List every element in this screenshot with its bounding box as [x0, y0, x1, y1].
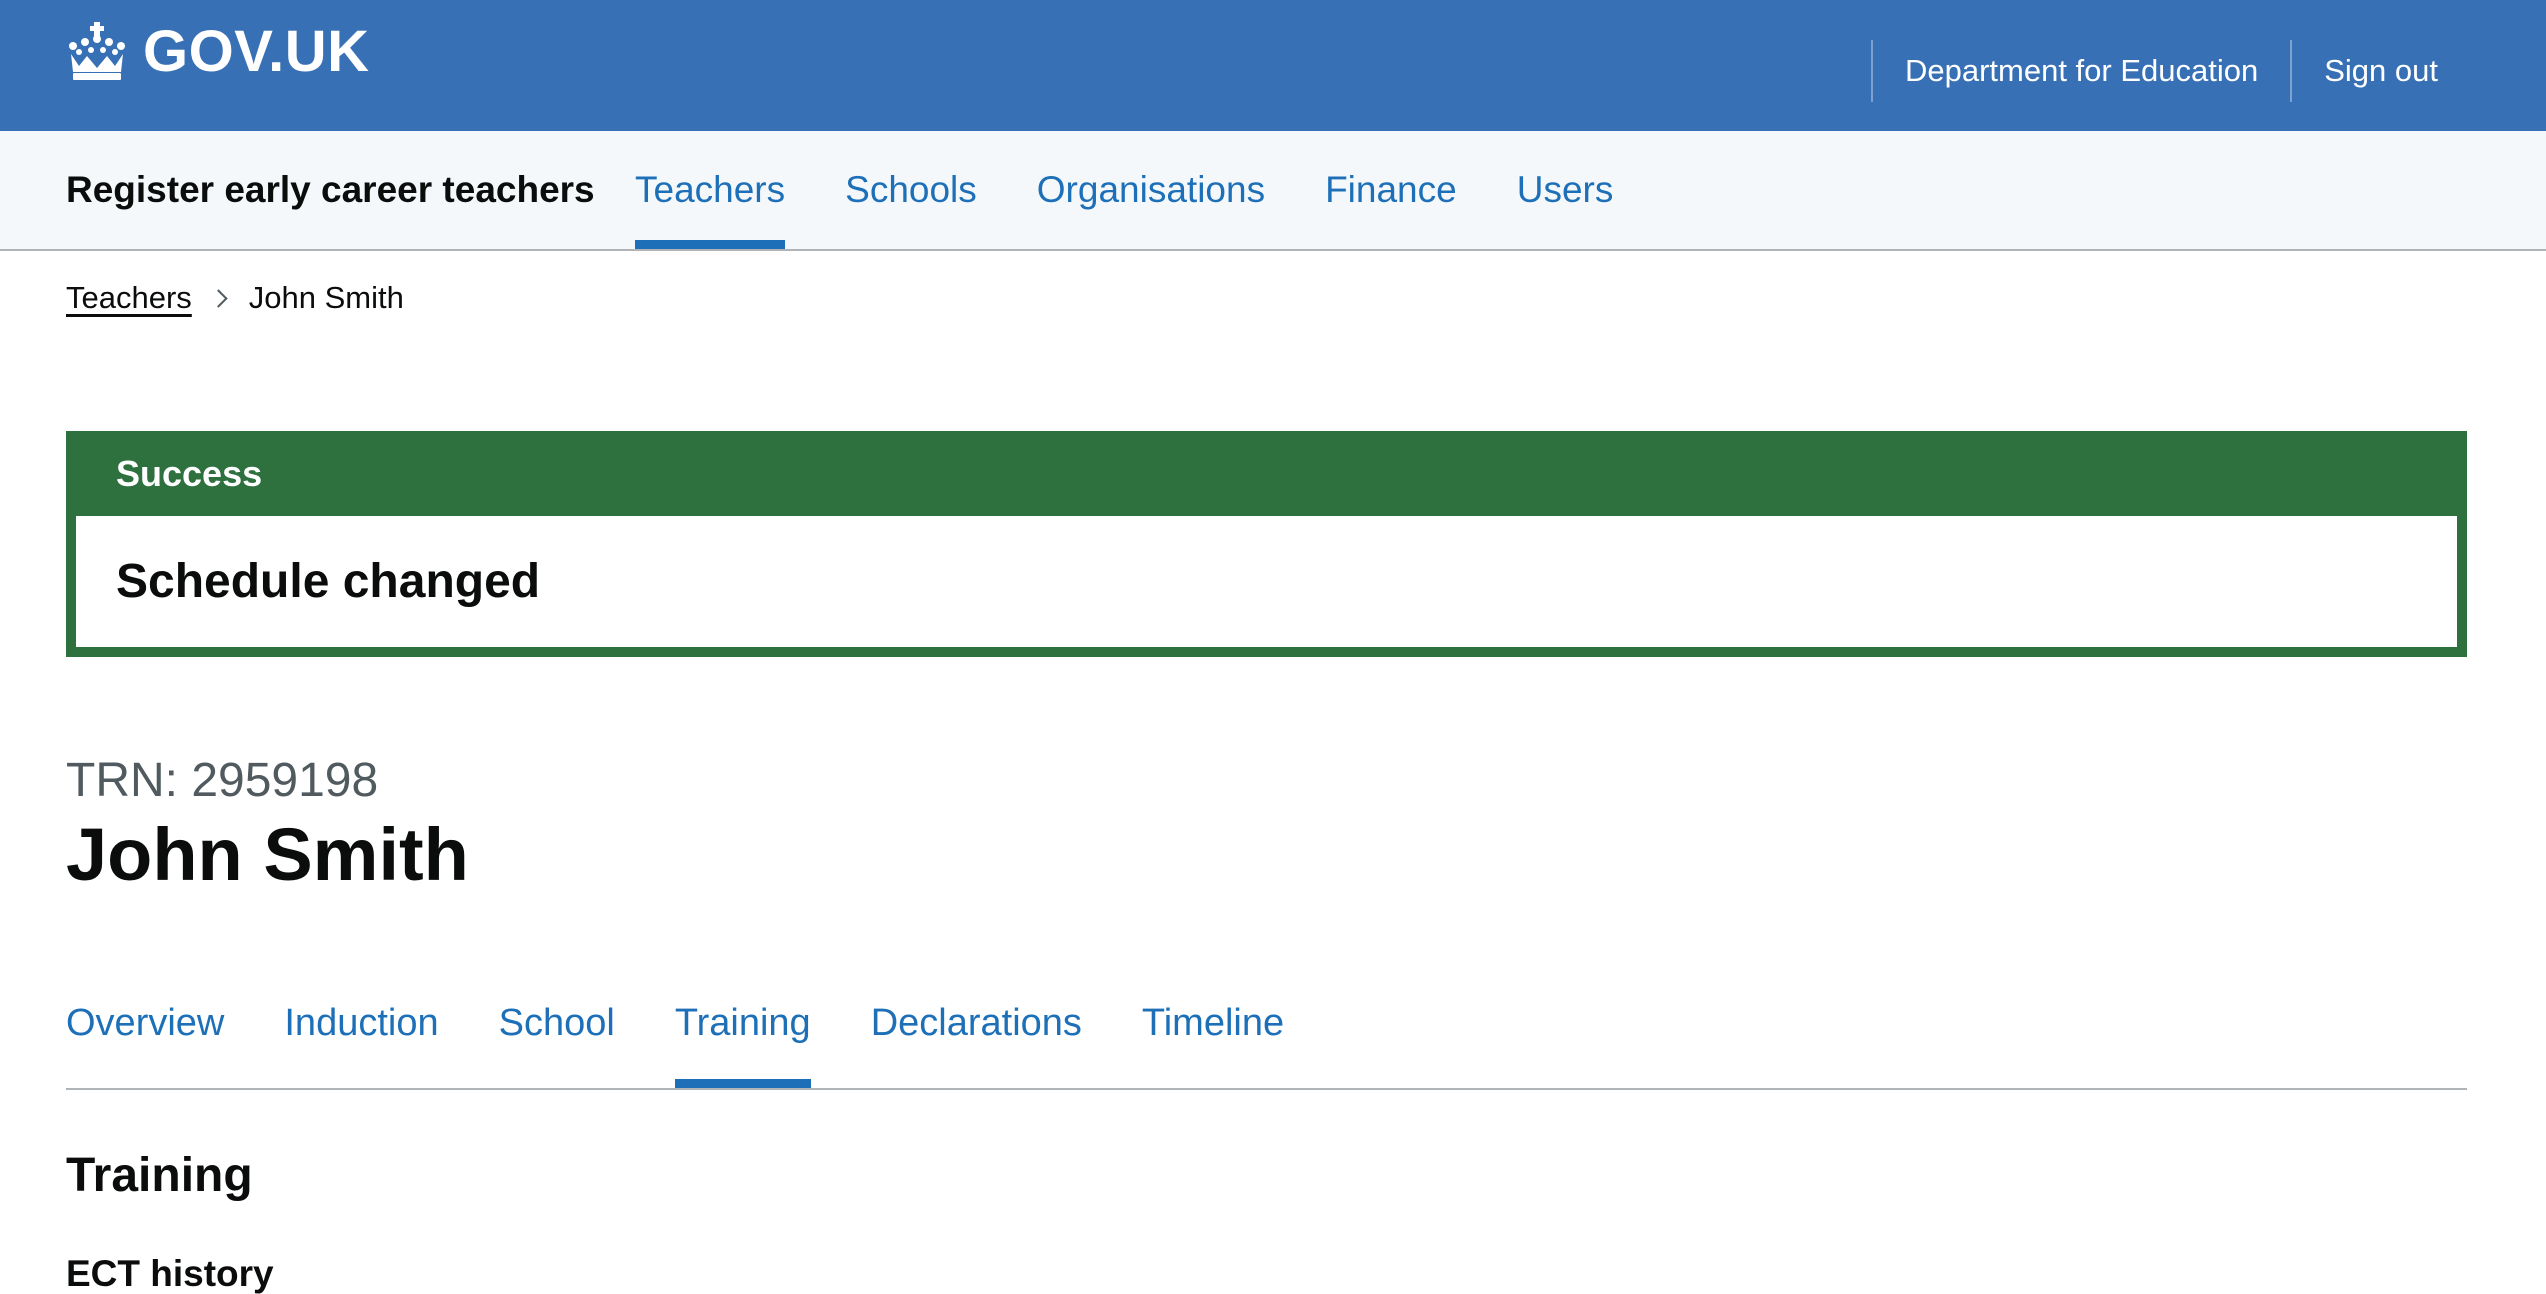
breadcrumb-current: John Smith	[248, 280, 404, 315]
header-link-sign-out[interactable]: Sign out	[2290, 40, 2546, 102]
service-nav-items: Teachers Schools Organisations Finance U…	[635, 131, 1613, 249]
tab-timeline[interactable]: Timeline	[1142, 980, 1284, 1088]
tab-overview[interactable]: Overview	[66, 980, 224, 1088]
govuk-header: GOV.UK Department for Education Sign out	[0, 0, 2546, 131]
tab-school[interactable]: School	[499, 980, 615, 1088]
tab-training[interactable]: Training	[674, 980, 811, 1088]
service-nav-item-teachers[interactable]: Teachers	[635, 131, 786, 249]
service-navigation: Register early career teachers Teachers …	[0, 131, 2546, 251]
service-name-link[interactable]: Register early career teachers	[66, 131, 595, 249]
govuk-logo-text: GOV.UK	[143, 19, 370, 84]
trn-caption: TRN: 2959198	[66, 754, 379, 807]
service-nav-item-users[interactable]: Users	[1517, 131, 1614, 249]
page-title: John Smith	[66, 813, 469, 896]
service-nav-item-finance[interactable]: Finance	[1325, 131, 1457, 249]
breadcrumb: Teachers John Smith	[66, 280, 404, 316]
tab-induction[interactable]: Induction	[284, 980, 438, 1088]
service-nav-item-organisations[interactable]: Organisations	[1037, 131, 1265, 249]
service-nav-item-schools[interactable]: Schools	[845, 131, 977, 249]
sub-nav-items: Overview Induction School Training Decla…	[66, 980, 1284, 1088]
section-title-training: Training	[66, 1149, 253, 1202]
chevron-right-icon	[209, 288, 228, 308]
govuk-logo-link[interactable]: GOV.UK	[65, 22, 369, 82]
header-link-department[interactable]: Department for Education	[1870, 40, 2290, 102]
banner-title: Success	[116, 453, 263, 494]
success-notification-banner: Success Schedule changed	[66, 431, 2467, 657]
tab-declarations[interactable]: Declarations	[871, 980, 1082, 1088]
crown-icon	[65, 22, 129, 82]
header-account-nav: Department for Education Sign out	[1870, 40, 2546, 102]
breadcrumb-link-teachers[interactable]: Teachers	[66, 280, 192, 316]
teacher-sub-navigation: Overview Induction School Training Decla…	[66, 980, 2467, 1090]
banner-heading: Schedule changed	[116, 554, 541, 608]
banner-content: Schedule changed	[76, 516, 2457, 647]
sub-title-ect-history: ECT history	[66, 1253, 274, 1294]
